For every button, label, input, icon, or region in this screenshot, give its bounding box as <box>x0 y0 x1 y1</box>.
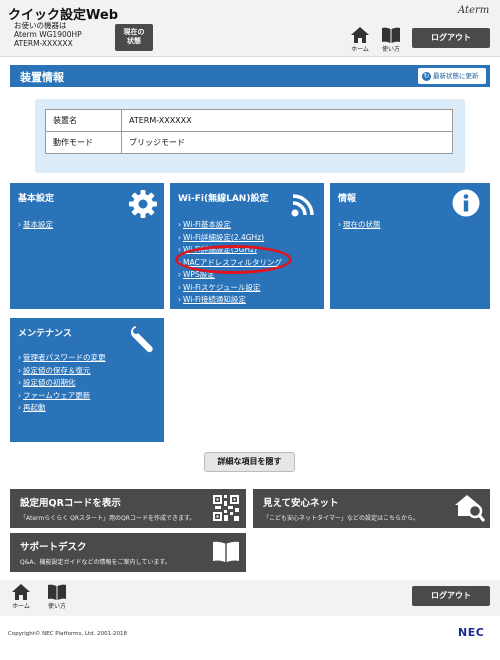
aterm-logo: Aterm <box>458 5 490 16</box>
copyright-text: Copyright© NEC Platforms, Ltd. 2001-2018 <box>8 631 128 637</box>
wrench-icon <box>130 326 153 353</box>
status-button-line-1: 現在の <box>123 28 145 36</box>
maintenance-card: メンテナンス 管理者パスワードの変更 設定値の保存＆復元 設定値の初期化 ファー… <box>10 318 164 442</box>
info-card: 情報 現在の状態 <box>330 183 490 309</box>
operation-mode-value: ブリッジモード <box>121 131 453 154</box>
book-icon <box>213 541 239 562</box>
logout-button[interactable]: ログアウト <box>412 28 490 48</box>
link-reboot[interactable]: 再起動 <box>18 402 106 415</box>
highlight-ellipse <box>175 245 292 274</box>
wifi-icon <box>291 194 314 217</box>
refresh-button[interactable]: ↻ 最新状態に更新 <box>418 68 486 84</box>
device-info-panel: 装置名 ATERM-XXXXXX 動作モード ブリッジモード <box>35 99 465 173</box>
support-banner-title: サポートデスク <box>20 542 87 553</box>
device-model: Aterm WG1900HP <box>14 30 82 39</box>
device-name-key: 装置名 <box>45 109 122 132</box>
home-icon <box>12 584 30 600</box>
safe-net-banner-desc: 「こども安心ネットタイマー」などの設定はこちらから。 <box>263 515 420 522</box>
refresh-icon: ↻ <box>422 71 431 81</box>
home-button[interactable]: ホーム <box>347 27 373 53</box>
footer-logout-button[interactable]: ログアウト <box>412 586 490 606</box>
basic-settings-title: 基本設定 <box>18 194 55 204</box>
info-title: 情報 <box>338 194 357 204</box>
link-wifi-basic[interactable]: Wi-Fi基本設定 <box>178 219 282 232</box>
info-icon <box>452 189 480 217</box>
footer-manual-button[interactable]: 使い方 <box>44 584 70 610</box>
manual-label: 使い方 <box>381 46 400 53</box>
maintenance-title: メンテナンス <box>18 329 72 339</box>
support-banner-desc: Q&A、機能設定ガイドなどの情報をご案内しています。 <box>20 559 171 566</box>
link-factory-reset[interactable]: 設定値の初期化 <box>18 377 106 390</box>
nec-logo: NEC <box>458 626 485 639</box>
safe-net-banner[interactable]: 見えて安心ネット 「こども安心ネットタイマー」などの設定はこちらから。 <box>253 489 490 528</box>
safe-net-banner-title: 見えて安心ネット <box>263 498 339 509</box>
header: クイック設定Web お使いの機器は Aterm WG1900HP ATERM-X… <box>0 0 500 57</box>
book-icon <box>382 27 400 43</box>
support-desk-banner[interactable]: サポートデスク Q&A、機能設定ガイドなどの情報をご案内しています。 <box>10 533 246 572</box>
device-name: ATERM-XXXXXX <box>14 39 73 48</box>
link-admin-password[interactable]: 管理者パスワードの変更 <box>18 352 106 365</box>
home-label: ホーム <box>351 46 369 53</box>
maintenance-links: 管理者パスワードの変更 設定値の保存＆復元 設定値の初期化 ファームウェア更新 … <box>18 352 106 415</box>
home-icon <box>351 27 369 43</box>
wifi-settings-title: Wi-Fi(無線LAN)設定 <box>178 194 269 204</box>
qr-code-banner[interactable]: 設定用QRコードを表示 「Atermらくらく QRスタート」用のQRコードを作成… <box>10 489 246 528</box>
status-button-line-2: 状態 <box>127 37 141 45</box>
refresh-label: 最新状態に更新 <box>433 72 479 80</box>
device-info-table: 装置名 ATERM-XXXXXX 動作モード ブリッジモード <box>45 109 453 154</box>
link-wifi-detail-24[interactable]: Wi-Fi詳細設定(2.4GHz) <box>178 232 282 245</box>
basic-settings-card: 基本設定 基本設定 <box>10 183 164 309</box>
device-name-value: ATERM-XXXXXX <box>121 109 453 132</box>
link-current-status[interactable]: 現在の状態 <box>338 219 381 232</box>
qr-banner-title: 設定用QRコードを表示 <box>20 498 121 509</box>
link-backup-restore[interactable]: 設定値の保存＆復元 <box>18 365 106 378</box>
current-status-button[interactable]: 現在の 状態 <box>115 24 153 51</box>
link-basic-settings[interactable]: 基本設定 <box>18 219 53 232</box>
table-row: 動作モード ブリッジモード <box>45 131 453 154</box>
home-search-icon <box>455 495 485 522</box>
operation-mode-key: 動作モード <box>45 131 122 154</box>
link-firmware-update[interactable]: ファームウェア更新 <box>18 390 106 403</box>
footer-manual-label: 使い方 <box>47 603 66 610</box>
table-row: 装置名 ATERM-XXXXXX <box>45 109 453 132</box>
basic-settings-links: 基本設定 <box>18 219 53 232</box>
device-info-line: お使いの機器は <box>14 21 67 30</box>
qr-banner-desc: 「Atermらくらく QRスタート」用のQRコードを作成できます。 <box>20 515 196 522</box>
link-wifi-notify[interactable]: Wi-Fi接続通知設定 <box>178 294 282 307</box>
manual-button[interactable]: 使い方 <box>378 27 404 53</box>
footer-home-label: ホーム <box>12 603 30 610</box>
gear-icon <box>129 190 157 218</box>
footer-home-button[interactable]: ホーム <box>8 584 34 610</box>
info-links: 現在の状態 <box>338 219 381 232</box>
section-title: 装置情報 <box>20 71 64 84</box>
section-header: 装置情報 ↻ 最新状態に更新 <box>10 65 490 87</box>
hide-details-button[interactable]: 詳細な項目を隠す <box>204 452 295 472</box>
book-icon <box>48 584 66 600</box>
qr-code-icon <box>213 495 239 521</box>
footer-bar: ホーム 使い方 ログアウト <box>0 580 500 616</box>
link-wifi-schedule[interactable]: Wi-Fiスケジュール設定 <box>178 282 282 295</box>
